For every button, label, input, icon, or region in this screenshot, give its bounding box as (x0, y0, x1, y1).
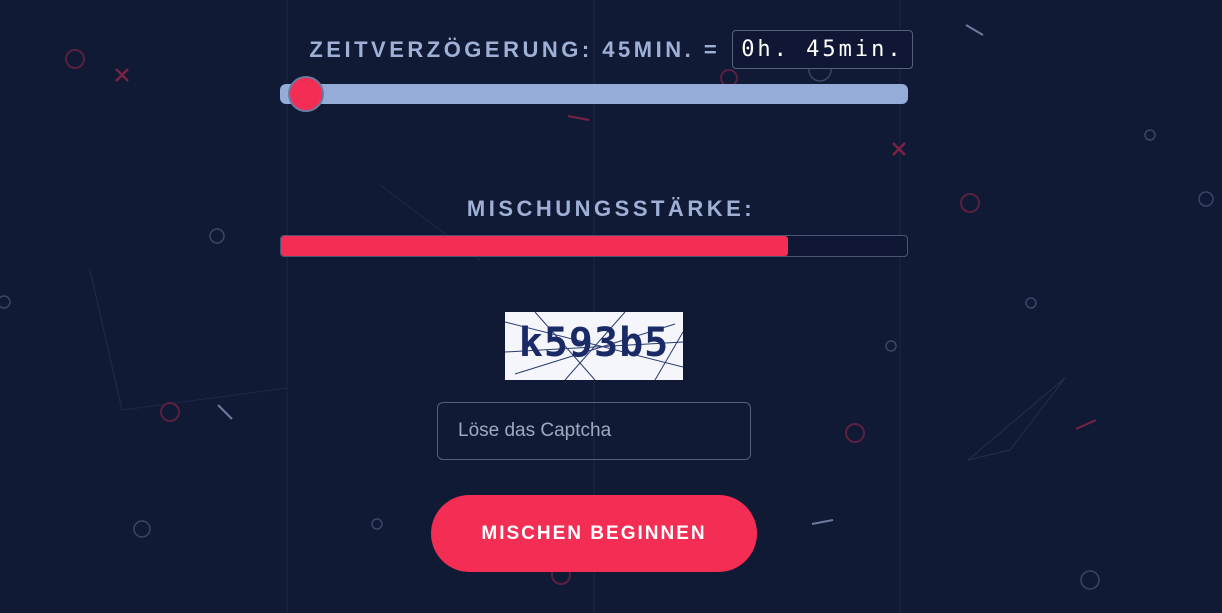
delay-slider-thumb[interactable] (288, 76, 324, 112)
captcha-image: k593b5 (505, 312, 683, 380)
delay-row: ZEITVERZÖGERUNG: 45MIN. = 0h. 45min. (0, 30, 1222, 69)
delay-value-display: 0h. 45min. (732, 30, 913, 69)
start-mixing-button[interactable]: MISCHEN BEGINNEN (431, 495, 757, 572)
captcha-code: k593b5 (518, 320, 670, 366)
mixer-form: ZEITVERZÖGERUNG: 45MIN. = 0h. 45min. MIS… (0, 0, 1222, 613)
strength-bar-fill (281, 236, 789, 256)
captcha-input[interactable] (437, 402, 751, 460)
delay-slider-track[interactable] (280, 84, 908, 104)
strength-label: MISCHUNGSSTÄRKE: (466, 196, 756, 221)
delay-label: ZEITVERZÖGERUNG: 45MIN. = (309, 36, 721, 62)
strength-bar[interactable] (280, 235, 908, 257)
